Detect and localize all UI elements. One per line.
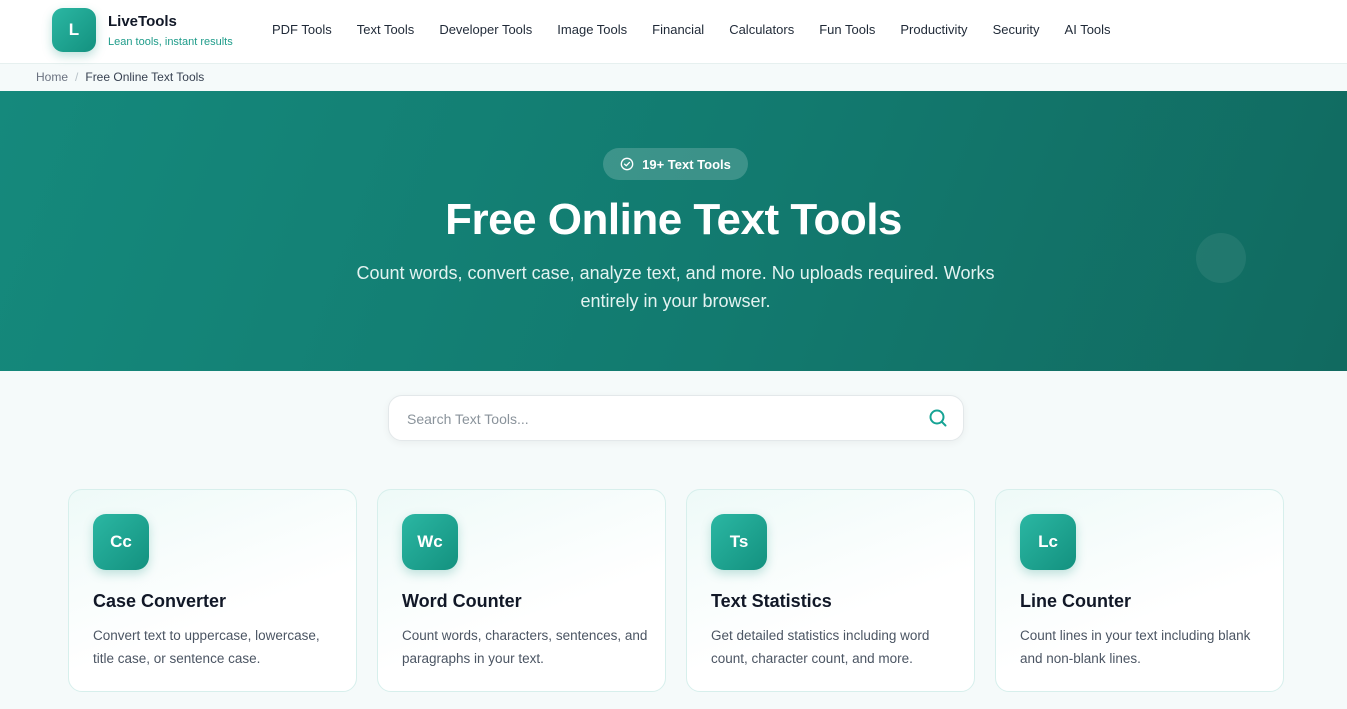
nav-item-pdf-tools[interactable]: PDF Tools — [272, 22, 332, 40]
nav-item-fun-tools[interactable]: Fun Tools — [819, 22, 875, 40]
card-description: Convert text to uppercase, lowercase, ti… — [93, 628, 320, 666]
nav-item-productivity[interactable]: Productivity — [900, 22, 967, 40]
nav-item-developer-tools[interactable]: Developer Tools — [439, 22, 532, 40]
logo-badge[interactable]: L — [52, 8, 96, 52]
page-subtitle: Count words, convert case, analyze text,… — [356, 263, 995, 311]
breadcrumb: Home / Free Online Text Tools — [36, 70, 204, 84]
line-counter-icon: Lc — [1020, 514, 1076, 570]
nav-item-calculators[interactable]: Calculators — [729, 22, 794, 40]
word-counter-icon: Wc — [402, 514, 458, 570]
card-title: Line Counter — [1020, 591, 1131, 611]
hero-banner: 19+ Text Tools Free Online Text Tools Co… — [0, 91, 1347, 371]
brand-name[interactable]: LiveTools — [108, 13, 177, 30]
tool-count-label: 19+ Text Tools — [642, 156, 731, 172]
tool-card-text-statistics[interactable]: Ts Text Statistics Get detailed statisti… — [686, 489, 975, 692]
search-input[interactable] — [407, 408, 907, 430]
text-statistics-icon: Ts — [711, 514, 767, 570]
breadcrumb-current: Free Online Text Tools — [85, 70, 205, 84]
site-header: L LiveTools Lean tools, instant results … — [0, 0, 1347, 64]
breadcrumb-home-link[interactable]: Home — [36, 70, 68, 84]
nav-item-text-tools[interactable]: Text Tools — [357, 22, 415, 40]
brand-tagline: Lean tools, instant results — [108, 36, 233, 48]
card-title: Case Converter — [93, 591, 227, 611]
nav-item-image-tools[interactable]: Image Tools — [557, 22, 627, 40]
card-title: Word Counter — [402, 591, 522, 611]
card-title: Text Statistics — [711, 591, 832, 611]
nav-item-security[interactable]: Security — [993, 22, 1040, 40]
search-icon[interactable] — [928, 408, 948, 428]
card-description: Count words, characters, sentences, and … — [402, 628, 648, 666]
card-description: Count lines in your text including blank… — [1020, 628, 1251, 666]
main-nav: PDF Tools Text Tools Developer Tools Ima… — [272, 22, 1136, 40]
card-description: Get detailed statistics including word c… — [711, 628, 930, 666]
case-converter-icon: Cc — [93, 514, 149, 570]
check-circle-icon — [620, 157, 634, 171]
page-title: Free Online Text Tools — [445, 195, 902, 244]
tool-card-line-counter[interactable]: Lc Line Counter Count lines in your text… — [995, 489, 1284, 692]
tool-card-case-converter[interactable]: Cc Case Converter Convert text to upperc… — [68, 489, 357, 692]
search-box — [388, 395, 964, 441]
breadcrumb-separator: / — [75, 70, 79, 84]
tool-card-word-counter[interactable]: Wc Word Counter Count words, characters,… — [377, 489, 666, 692]
nav-item-financial[interactable]: Financial — [652, 22, 704, 40]
nav-item-ai-tools[interactable]: AI Tools — [1065, 22, 1111, 40]
tool-count-badge: 19+ Text Tools — [603, 148, 748, 180]
